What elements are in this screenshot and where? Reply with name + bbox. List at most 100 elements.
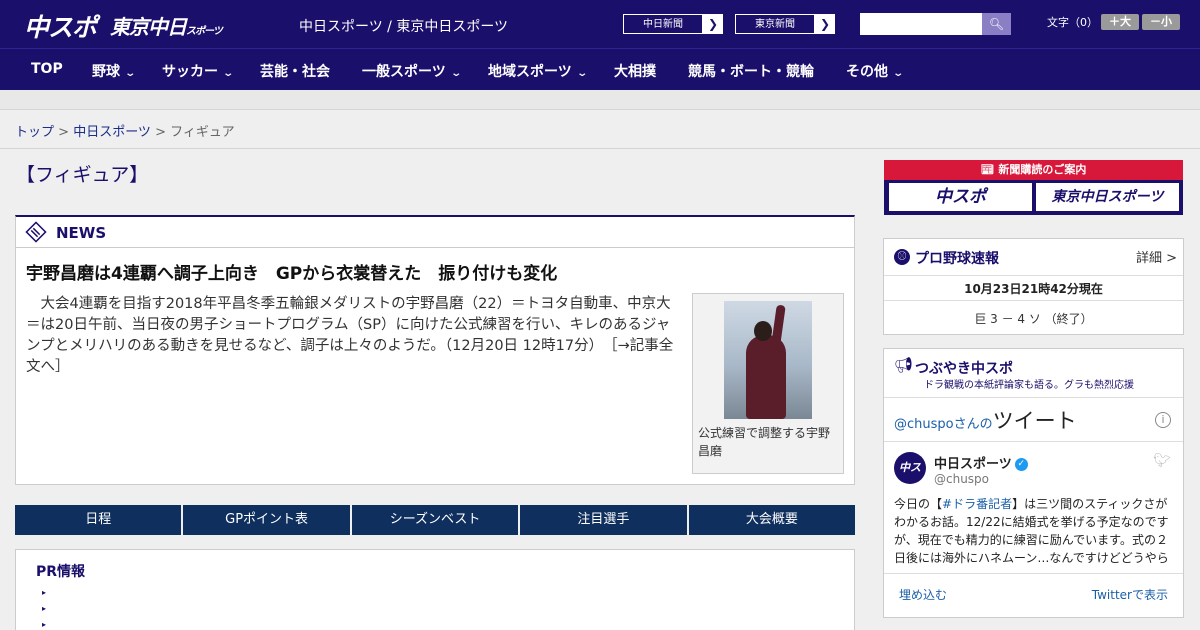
- verified-icon: ✓: [1014, 458, 1028, 471]
- twitter-handle-suffix: さんの: [953, 417, 993, 432]
- ext-link-label: 中日新聞: [623, 14, 703, 34]
- divider: [884, 397, 1183, 398]
- chunichi-shimbun-link[interactable]: 中日新聞 ❯: [622, 13, 724, 35]
- nav-label: サッカー: [162, 64, 218, 80]
- subscribe-label-text: 新聞購読のご案内: [998, 163, 1087, 176]
- chevron-down-icon: ⌄: [450, 68, 462, 79]
- font-smaller-button[interactable]: －小: [1142, 14, 1180, 30]
- tab-season-best[interactable]: シーズンベスト: [351, 505, 519, 535]
- subscribe-tokyo-logo[interactable]: 東京中日スポーツ: [1036, 183, 1179, 211]
- nav-other[interactable]: その他 ⌄: [846, 61, 905, 81]
- tab-gp-points[interactable]: GPポイント表: [183, 505, 350, 535]
- view-on-twitter-link[interactable]: Twitterで表示: [1092, 586, 1168, 603]
- tokyo-shimbun-link[interactable]: 東京新聞 ❯: [734, 13, 836, 35]
- font-size-label: 文字（0）: [1047, 16, 1098, 29]
- tab-featured-skaters[interactable]: 注目選手: [520, 505, 687, 535]
- tokyo-logo-text: 東京中日: [110, 15, 187, 39]
- chuspo-logo[interactable]: 中スポ: [24, 8, 97, 44]
- search-icon: 🔍︎: [988, 17, 1005, 31]
- tweet-account-name[interactable]: 中日スポーツ ✓: [934, 453, 1028, 472]
- twitter-panel: 📢︎ つぶやき中スポ ドラ観戦の本紙評論家も語る。グラも熱烈応援 @chuspo…: [883, 348, 1184, 618]
- news-headline[interactable]: 宇野昌磨は4連覇へ調子上向き GPから衣裳替えた 振り付けも変化: [26, 259, 557, 284]
- sub-bar: [0, 90, 1200, 110]
- main-nav: TOP 野球 ⌄ サッカー ⌄ 芸能・社会 一般スポーツ ⌄ 地域スポーツ ⌄ 大相撲 …: [0, 48, 1200, 90]
- breadcrumb-separator: >: [150, 125, 171, 140]
- nav-label: 地域スポーツ: [488, 64, 572, 80]
- nav-label: 一般スポーツ: [362, 64, 446, 80]
- subscribe-label: 📰︎ 新聞購読のご案内: [884, 161, 1183, 177]
- news-icon: [25, 221, 47, 243]
- tab-event-overview[interactable]: 大会概要: [688, 505, 856, 535]
- breadcrumb-chunichi-sports[interactable]: 中日スポーツ: [73, 125, 151, 140]
- nav-racing[interactable]: 競馬・ボート・競輪: [688, 61, 814, 81]
- breadcrumb-top[interactable]: トップ: [15, 125, 54, 140]
- baseball-score[interactable]: 巨 3 － 4 ソ （終了）: [884, 310, 1183, 327]
- nav-sumo[interactable]: 大相撲: [614, 61, 656, 81]
- news-photo[interactable]: 公式練習で調整する宇野昌磨: [692, 293, 844, 474]
- breadcrumb-bar: トップ > 中日スポーツ > フィギュア: [0, 111, 1200, 149]
- nav-label: 大相撲: [614, 64, 656, 80]
- breadcrumb-current: フィギュア: [170, 125, 235, 140]
- chevron-right-icon: ❯: [703, 14, 723, 34]
- info-icon[interactable]: i: [1155, 412, 1171, 428]
- nav-label: 芸能・社会: [260, 64, 330, 80]
- nav-general-sports[interactable]: 一般スポーツ ⌄: [362, 61, 462, 81]
- subscribe-chuspo-logo[interactable]: 中スポ: [889, 183, 1032, 211]
- nav-baseball[interactable]: 野球 ⌄: [92, 61, 137, 81]
- breadcrumb-separator: >: [54, 125, 74, 140]
- tweet-hashtag[interactable]: #ドラ番記者: [942, 497, 1012, 511]
- tokyo-chunichi-logo[interactable]: 東京中日スポーツ: [110, 11, 223, 40]
- tweets-label: ツイート: [992, 409, 1077, 433]
- chevron-down-icon: ⌄: [576, 68, 588, 79]
- baseball-title: プロ野球速報: [915, 251, 999, 267]
- chevron-down-icon: ⌄: [892, 68, 905, 79]
- chevron-right-icon: ❯: [815, 14, 835, 34]
- twitter-subtitle: ドラ観戦の本紙評論家も語る。グラも熱烈応援: [924, 380, 1134, 391]
- page-title: 【フィギュア】: [16, 164, 149, 186]
- ext-link-label: 東京新聞: [735, 14, 815, 34]
- tweet-text[interactable]: 今日の【#ドラ番記者】は三ツ間のスティックさがわかるお話。12/22に結婚式を挙…: [894, 495, 1174, 571]
- site-name: 中日スポーツ / 東京中日スポーツ: [299, 19, 509, 35]
- pr-bullet[interactable]: ▸: [42, 604, 46, 613]
- twitter-timeline-header[interactable]: @chuspoさんのツイート: [894, 405, 1077, 435]
- photo-body: [746, 335, 786, 419]
- divider: [884, 300, 1183, 301]
- nav-soccer[interactable]: サッカー ⌄: [162, 61, 235, 81]
- twitter-bird-icon[interactable]: 🐦︎: [1153, 453, 1171, 469]
- news-section: NEWS 宇野昌磨は4連覇へ調子上向き GPから衣裳替えた 振り付けも変化 大会…: [15, 215, 855, 485]
- embed-link[interactable]: 埋め込む: [899, 586, 947, 603]
- divider: [884, 441, 1183, 442]
- baseball-panel: ⚾︎ プロ野球速報 詳細 > 10月23日21時42分現在 巨 3 － 4 ソ …: [883, 238, 1184, 335]
- megaphone-icon: 📢︎: [894, 356, 914, 374]
- nav-regional-sports[interactable]: 地域スポーツ ⌄: [488, 61, 588, 81]
- pr-bullet[interactable]: ▸: [42, 588, 46, 597]
- search-button[interactable]: 🔍︎: [982, 13, 1011, 35]
- search-input[interactable]: [860, 13, 982, 35]
- skater-photo: [724, 301, 812, 419]
- news-section-label: NEWS: [56, 224, 107, 242]
- breadcrumb: トップ > 中日スポーツ > フィギュア: [15, 121, 235, 140]
- photo-caption: 公式練習で調整する宇野昌磨: [698, 426, 831, 458]
- nav-top[interactable]: TOP: [31, 61, 63, 77]
- baseball-more-link[interactable]: 詳細 >: [1136, 247, 1177, 266]
- news-article-body[interactable]: 大会4連覇を目指す2018年平昌冬季五輪銀メダリストの宇野昌磨（22）＝トヨタ自…: [26, 294, 682, 378]
- pr-section: PR情報 ▸ ▸ ▸: [15, 549, 855, 630]
- figure-tabs: 日程 GPポイント表 シーズンベスト 注目選手 大会概要: [15, 505, 856, 535]
- font-larger-button[interactable]: ＋大: [1101, 14, 1139, 30]
- chevron-down-icon: ⌄: [124, 68, 137, 79]
- tweet-account-handle[interactable]: @chuspo: [934, 472, 989, 486]
- baseball-icon: ⚾︎: [894, 249, 910, 265]
- nav-label: TOP: [31, 61, 63, 77]
- baseball-timestamp: 10月23日21時42分現在: [964, 282, 1103, 296]
- tab-schedule[interactable]: 日程: [15, 505, 182, 535]
- chevron-down-icon: ⌄: [222, 68, 235, 79]
- avatar[interactable]: 中スポ: [894, 452, 926, 506]
- nav-entertainment[interactable]: 芸能・社会: [260, 61, 330, 81]
- twitter-handle-link[interactable]: @chuspo: [894, 417, 954, 432]
- divider: [884, 275, 1183, 276]
- nav-label: 競馬・ボート・競輪: [688, 64, 814, 80]
- pr-bullet[interactable]: ▸: [42, 620, 46, 629]
- tokyo-logo-small: スポーツ: [186, 26, 223, 37]
- photo-head: [754, 321, 772, 341]
- nav-label: 野球: [92, 64, 120, 80]
